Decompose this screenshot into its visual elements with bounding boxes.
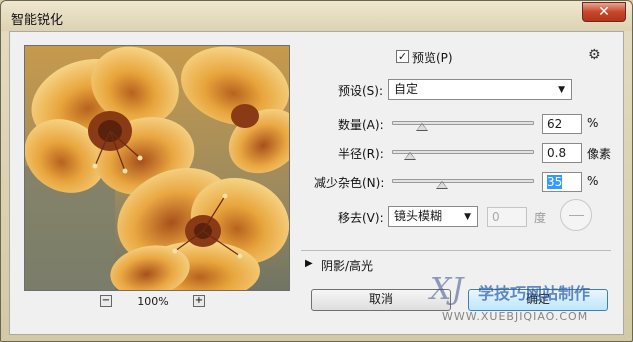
angle-unit: 度 <box>534 211 547 225</box>
watermark-url: WWW.XUEBJIQIAO.COM <box>442 310 589 323</box>
remove-label: 移去(V): <box>338 211 384 225</box>
check-icon: ✓ <box>397 50 408 63</box>
radius-slider-thumb[interactable] <box>404 152 417 160</box>
ok-button[interactable]: 确定 <box>468 289 608 311</box>
reduce-noise-label: 减少杂色(N): <box>314 176 385 190</box>
title-bar[interactable]: 智能锐化 ✕ <box>1 1 632 31</box>
zoom-level: 100% <box>137 295 169 308</box>
remove-value: 镜头模糊 <box>394 209 443 223</box>
preset-select[interactable]: 自定 ▼ <box>388 79 572 100</box>
radius-value: 0.8 <box>547 146 567 160</box>
dialog-title: 智能锐化 <box>11 13 64 28</box>
zoom-out-button[interactable]: − <box>100 295 112 307</box>
remove-select[interactable]: 镜头模糊 ▼ <box>388 206 478 227</box>
reduce-noise-unit: % <box>587 174 599 188</box>
close-icon: ✕ <box>598 4 610 20</box>
angle-value: 0 <box>492 210 500 224</box>
preview-label: 预览(P) <box>412 51 453 65</box>
preview-checkbox[interactable]: ✓ <box>396 50 409 63</box>
expand-arrow-icon[interactable]: ▶ <box>305 258 313 269</box>
gear-icon[interactable]: ⚙ <box>588 47 601 63</box>
radius-input[interactable]: 0.8 <box>542 143 582 163</box>
reduce-noise-slider[interactable] <box>392 179 534 183</box>
chevron-down-icon: ▼ <box>558 85 565 95</box>
chevron-down-icon: ▼ <box>464 212 471 222</box>
preview-image[interactable] <box>24 45 290 291</box>
amount-value: 62 <box>547 117 563 131</box>
section-divider <box>301 250 611 251</box>
minus-icon: − <box>101 295 111 306</box>
flower-photo <box>25 46 289 290</box>
radius-unit: 像素 <box>587 147 612 161</box>
reduce-noise-value: 35 <box>547 175 563 189</box>
preset-label: 预设(S): <box>338 84 384 98</box>
angle-input[interactable]: 0 <box>487 207 527 227</box>
reduce-noise-slider-thumb[interactable] <box>435 181 448 189</box>
amount-input[interactable]: 62 <box>542 114 582 134</box>
angle-dial[interactable] <box>560 199 592 231</box>
shadows-highlights-label[interactable]: 阴影/高光 <box>321 257 373 274</box>
amount-slider-thumb[interactable] <box>415 123 428 131</box>
preset-value: 自定 <box>394 82 419 96</box>
cancel-button[interactable]: 取消 <box>311 289 451 311</box>
radius-label: 半径(R): <box>338 147 384 161</box>
ok-label: 确定 <box>525 292 550 306</box>
plus-icon: + <box>194 295 204 306</box>
amount-slider[interactable] <box>392 121 534 125</box>
amount-label: 数量(A): <box>338 118 384 132</box>
zoom-in-button[interactable]: + <box>193 295 205 307</box>
zoom-controls: − 100% + <box>100 295 220 311</box>
close-button[interactable]: ✕ <box>582 2 626 22</box>
amount-unit: % <box>587 116 599 130</box>
dialog-body: − 100% + ✓ 预览(P) ⚙ 预设(S): 自定 ▼ 数量(A): 62… <box>9 31 624 335</box>
cancel-label: 取消 <box>368 292 393 306</box>
reduce-noise-input[interactable]: 35 <box>542 172 582 192</box>
smart-sharpen-dialog: 智能锐化 ✕ − 100% + ✓ 预览(P) ⚙ 预设(S): 自定 ▼ 数量… <box>0 0 633 342</box>
